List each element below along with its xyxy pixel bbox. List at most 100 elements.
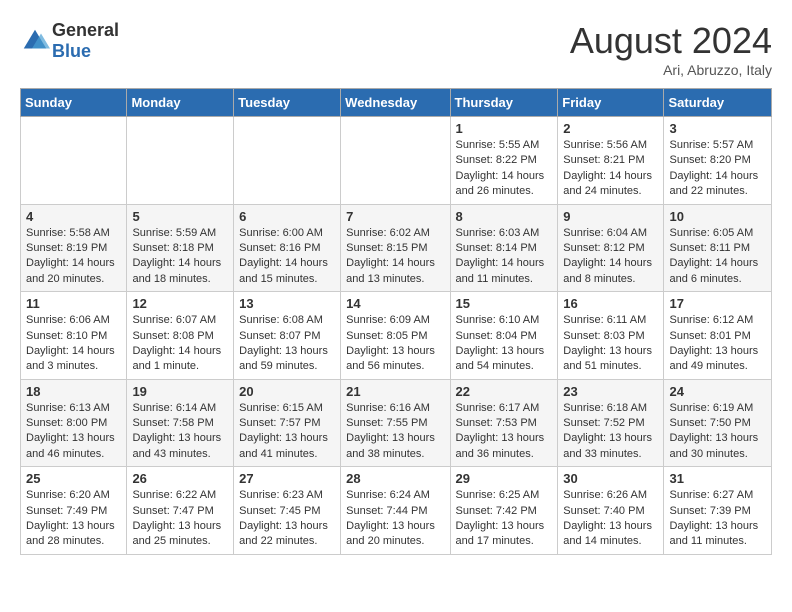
day-number: 16 <box>563 296 658 311</box>
day-number: 6 <box>239 209 335 224</box>
calendar-week-2: 4Sunrise: 5:58 AM Sunset: 8:19 PM Daylig… <box>21 204 772 292</box>
day-number: 2 <box>563 121 658 136</box>
calendar-cell <box>234 117 341 205</box>
day-info: Sunrise: 6:08 AM Sunset: 8:07 PM Dayligh… <box>239 313 335 375</box>
day-number: 11 <box>26 296 121 311</box>
calendar-cell: 22 Sunrise: 6:17 AM Sunset: 7:53 PM Dayli… <box>450 379 558 467</box>
calendar-table: SundayMondayTuesdayWednesdayThursdayFrid… <box>20 88 772 555</box>
day-info: Sunrise: 6:12 AM Sunset: 8:01 PM Dayligh… <box>669 313 766 375</box>
calendar-cell: 27 Sunrise: 6:23 AM Sunset: 7:45 PM Dayli… <box>234 467 341 555</box>
day-info: Sunrise: 6:16 AM Sunset: 7:55 PM Dayligh… <box>346 401 444 463</box>
day-info: Sunrise: 6:09 AM Sunset: 8:05 PM Dayligh… <box>346 313 444 375</box>
day-number: 23 <box>563 384 658 399</box>
logo-text: General Blue <box>52 20 119 62</box>
day-number: 29 <box>456 471 553 486</box>
day-info: Sunrise: 6:24 AM Sunset: 7:44 PM Dayligh… <box>346 488 444 550</box>
day-number: 9 <box>563 209 658 224</box>
calendar-cell: 7 Sunrise: 6:02 AM Sunset: 8:15 PM Daylig… <box>341 204 450 292</box>
header-tuesday: Tuesday <box>234 89 341 117</box>
day-info: Sunrise: 6:04 AM Sunset: 8:12 PM Dayligh… <box>563 226 658 288</box>
day-number: 25 <box>26 471 121 486</box>
calendar-cell: 13 Sunrise: 6:08 AM Sunset: 8:07 PM Dayli… <box>234 292 341 380</box>
day-info: Sunrise: 6:20 AM Sunset: 7:49 PM Dayligh… <box>26 488 121 550</box>
day-info: Sunrise: 6:15 AM Sunset: 7:57 PM Dayligh… <box>239 401 335 463</box>
calendar-cell: 6Sunrise: 6:00 AM Sunset: 8:16 PM Daylig… <box>234 204 341 292</box>
day-number: 8 <box>456 209 553 224</box>
day-info: Sunrise: 6:06 AM Sunset: 8:10 PM Dayligh… <box>26 313 121 375</box>
day-info: Sunrise: 6:22 AM Sunset: 7:47 PM Dayligh… <box>132 488 228 550</box>
day-number: 14 <box>346 296 444 311</box>
calendar-cell: 29Sunrise: 6:25 AM Sunset: 7:42 PM Dayli… <box>450 467 558 555</box>
day-number: 7 <box>346 209 444 224</box>
calendar-cell: 18Sunrise: 6:13 AM Sunset: 8:00 PM Dayli… <box>21 379 127 467</box>
calendar-cell: 25 Sunrise: 6:20 AM Sunset: 7:49 PM Dayli… <box>21 467 127 555</box>
calendar-cell <box>341 117 450 205</box>
calendar-cell: 2Sunrise: 5:56 AM Sunset: 8:21 PM Daylig… <box>558 117 664 205</box>
header-friday: Friday <box>558 89 664 117</box>
day-number: 28 <box>346 471 444 486</box>
day-info: Sunrise: 6:14 AM Sunset: 7:58 PM Dayligh… <box>132 401 228 463</box>
day-number: 31 <box>669 471 766 486</box>
day-number: 10 <box>669 209 766 224</box>
day-number: 26 <box>132 471 228 486</box>
day-info: Sunrise: 6:26 AM Sunset: 7:40 PM Dayligh… <box>563 488 658 550</box>
day-number: 19 <box>132 384 228 399</box>
day-info: Sunrise: 6:27 AM Sunset: 7:39 PM Dayligh… <box>669 488 766 550</box>
logo-icon <box>20 26 50 56</box>
day-info: Sunrise: 6:07 AM Sunset: 8:08 PM Dayligh… <box>132 313 228 375</box>
calendar-cell: 17 Sunrise: 6:12 AM Sunset: 8:01 PM Dayli… <box>664 292 772 380</box>
day-number: 17 <box>669 296 766 311</box>
calendar-cell: 28 Sunrise: 6:24 AM Sunset: 7:44 PM Dayli… <box>341 467 450 555</box>
calendar-cell: 20 Sunrise: 6:15 AM Sunset: 7:57 PM Dayli… <box>234 379 341 467</box>
calendar-cell: 16 Sunrise: 6:11 AM Sunset: 8:03 PM Dayli… <box>558 292 664 380</box>
day-info: Sunrise: 5:55 AM Sunset: 8:22 PM Dayligh… <box>456 138 553 200</box>
logo: General Blue <box>20 20 119 62</box>
calendar-cell: 12 Sunrise: 6:07 AM Sunset: 8:08 PM Dayli… <box>127 292 234 380</box>
calendar-cell: 24 Sunrise: 6:19 AM Sunset: 7:50 PM Dayli… <box>664 379 772 467</box>
calendar-cell: 19 Sunrise: 6:14 AM Sunset: 7:58 PM Dayli… <box>127 379 234 467</box>
calendar-cell: 21 Sunrise: 6:16 AM Sunset: 7:55 PM Dayli… <box>341 379 450 467</box>
calendar-cell: 1 Sunrise: 5:55 AM Sunset: 8:22 PM Daylig… <box>450 117 558 205</box>
page: General Blue August 2024 Ari, Abruzzo, I… <box>0 0 792 575</box>
day-info: Sunrise: 6:10 AM Sunset: 8:04 PM Dayligh… <box>456 313 553 375</box>
day-number: 13 <box>239 296 335 311</box>
calendar-cell: 8Sunrise: 6:03 AM Sunset: 8:14 PM Daylig… <box>450 204 558 292</box>
day-number: 24 <box>669 384 766 399</box>
calendar-cell <box>21 117 127 205</box>
day-number: 20 <box>239 384 335 399</box>
day-info: Sunrise: 5:57 AM Sunset: 8:20 PM Dayligh… <box>669 138 766 200</box>
day-number: 1 <box>456 121 553 136</box>
day-number: 30 <box>563 471 658 486</box>
calendar-header: SundayMondayTuesdayWednesdayThursdayFrid… <box>21 89 772 117</box>
calendar-week-4: 18Sunrise: 6:13 AM Sunset: 8:00 PM Dayli… <box>21 379 772 467</box>
day-info: Sunrise: 5:59 AM Sunset: 8:18 PM Dayligh… <box>132 226 228 288</box>
calendar-cell: 26 Sunrise: 6:22 AM Sunset: 7:47 PM Dayli… <box>127 467 234 555</box>
day-number: 21 <box>346 384 444 399</box>
day-number: 27 <box>239 471 335 486</box>
day-number: 22 <box>456 384 553 399</box>
month-title: August 2024 <box>570 20 772 62</box>
day-info: Sunrise: 6:18 AM Sunset: 7:52 PM Dayligh… <box>563 401 658 463</box>
day-number: 3 <box>669 121 766 136</box>
day-info: Sunrise: 6:17 AM Sunset: 7:53 PM Dayligh… <box>456 401 553 463</box>
header-thursday: Thursday <box>450 89 558 117</box>
day-info: Sunrise: 6:13 AM Sunset: 8:00 PM Dayligh… <box>26 401 121 463</box>
calendar-cell: 23 Sunrise: 6:18 AM Sunset: 7:52 PM Dayli… <box>558 379 664 467</box>
header: General Blue August 2024 Ari, Abruzzo, I… <box>20 20 772 78</box>
logo-general-label: General <box>52 20 119 41</box>
calendar-cell <box>127 117 234 205</box>
day-info: Sunrise: 6:02 AM Sunset: 8:15 PM Dayligh… <box>346 226 444 288</box>
calendar-cell: 11 Sunrise: 6:06 AM Sunset: 8:10 PM Dayli… <box>21 292 127 380</box>
calendar-cell: 4Sunrise: 5:58 AM Sunset: 8:19 PM Daylig… <box>21 204 127 292</box>
day-info: Sunrise: 6:11 AM Sunset: 8:03 PM Dayligh… <box>563 313 658 375</box>
day-info: Sunrise: 6:19 AM Sunset: 7:50 PM Dayligh… <box>669 401 766 463</box>
calendar-week-1: 1 Sunrise: 5:55 AM Sunset: 8:22 PM Daylig… <box>21 117 772 205</box>
day-info: Sunrise: 5:58 AM Sunset: 8:19 PM Dayligh… <box>26 226 121 288</box>
header-saturday: Saturday <box>664 89 772 117</box>
header-row: SundayMondayTuesdayWednesdayThursdayFrid… <box>21 89 772 117</box>
day-number: 12 <box>132 296 228 311</box>
day-number: 15 <box>456 296 553 311</box>
header-wednesday: Wednesday <box>341 89 450 117</box>
header-sunday: Sunday <box>21 89 127 117</box>
day-info: Sunrise: 6:23 AM Sunset: 7:45 PM Dayligh… <box>239 488 335 550</box>
